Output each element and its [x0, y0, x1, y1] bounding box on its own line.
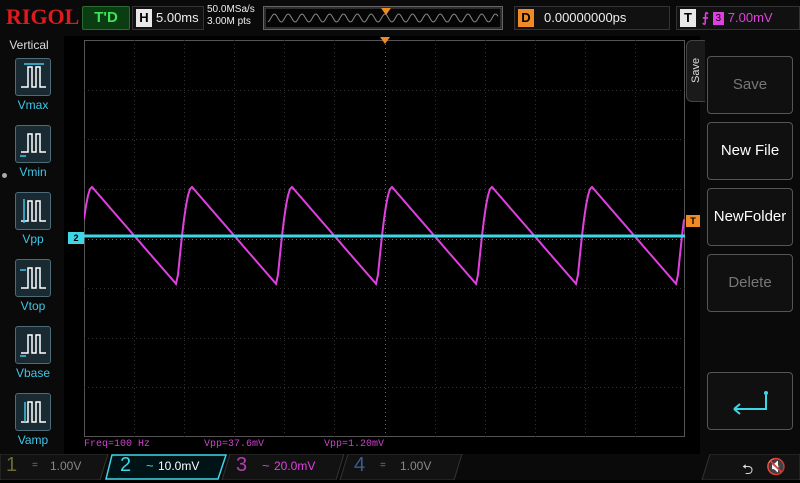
- sample-rate: 50.0MSa/s: [207, 4, 255, 15]
- vmax-icon: [15, 58, 51, 96]
- ch3-coupling: ~: [262, 458, 270, 473]
- horizontal-delay[interactable]: D 0.00000000ps: [514, 6, 670, 30]
- delay-key: D: [518, 9, 534, 27]
- measure-label: Vmax: [17, 98, 49, 112]
- memory-waveform-overview[interactable]: [263, 6, 503, 30]
- ch3-scale: 20.0mV: [274, 459, 316, 473]
- ch4-status[interactable]: 4 = 1.00V: [346, 454, 456, 478]
- usb-icon: ⮌: [742, 461, 754, 477]
- measure-label: Vmin: [19, 165, 47, 179]
- new-file-button[interactable]: New File: [707, 122, 793, 180]
- measure-vmax[interactable]: Vmax: [10, 58, 56, 112]
- save-button[interactable]: Save: [707, 56, 793, 114]
- ch2-number: 2: [120, 454, 132, 476]
- horizontal-timebase[interactable]: H 5.00ms: [132, 6, 204, 30]
- vtop-icon: [15, 259, 51, 297]
- ch3-number: 3: [236, 454, 248, 476]
- measurement-vpp-ch3: Vpp=37.6mV: [204, 439, 265, 450]
- measure-label: Vpp: [22, 232, 44, 246]
- ch4-scale: 1.00V: [400, 459, 432, 473]
- ch3-status[interactable]: 3 ~ 20.0mV: [228, 454, 338, 478]
- ch1-coupling: =: [32, 460, 38, 471]
- return-arrow-icon: [733, 391, 768, 415]
- vmin-icon: [15, 125, 51, 163]
- vamp-icon: [15, 393, 51, 431]
- measure-vpp[interactable]: Vpp: [10, 192, 56, 246]
- delete-button[interactable]: Delete: [707, 254, 793, 312]
- measure-vbase[interactable]: Vbase: [10, 326, 56, 380]
- ch1-scale: 1.00V: [50, 459, 82, 473]
- trigger-settings[interactable]: T ⨍ 3 7.00mV: [676, 6, 800, 30]
- run-status-badge[interactable]: T'D: [82, 6, 130, 30]
- measure-vtop[interactable]: Vtop: [10, 259, 56, 313]
- ch4-number: 4: [354, 454, 366, 476]
- trigger-source-badge: 3: [712, 12, 724, 26]
- trigger-level: 7.00mV: [727, 10, 773, 25]
- trigger-level-marker[interactable]: T: [686, 215, 700, 227]
- timebase-value: 5.00ms: [156, 10, 199, 25]
- delay-value: 0.00000000ps: [544, 10, 627, 25]
- new-folder-button[interactable]: NewFolder: [707, 188, 793, 246]
- waveform-display[interactable]: [83, 40, 685, 437]
- measure-menu-title: Vertical: [9, 38, 49, 52]
- ch4-coupling: =: [380, 460, 386, 471]
- measure-menu: Vertical Vmax Vmin Vpp Vtop Vbase Vamp: [0, 36, 64, 454]
- menu-page-dot: [2, 173, 7, 178]
- ch2-status[interactable]: 2 ~ 10.0mV: [110, 454, 220, 478]
- trigger-time-marker: [380, 37, 390, 44]
- ch2-offset-marker[interactable]: 2: [68, 232, 84, 244]
- brand-logo: RIGOL: [6, 4, 80, 29]
- vbase-icon: [15, 326, 51, 364]
- rising-edge-icon: ⨍: [702, 10, 709, 25]
- ch2-scale: 10.0mV: [158, 459, 200, 473]
- trigger-key: T: [680, 9, 696, 27]
- sound-muted-icon[interactable]: 🔇: [766, 457, 786, 477]
- measurement-freq: Freq=100 Hz: [84, 439, 151, 450]
- measure-vamp[interactable]: Vamp: [10, 393, 56, 447]
- return-button[interactable]: [707, 372, 793, 430]
- channel-status-bar: 1 = 1.00V 2 ~ 10.0mV 3 ~ 20.0mV 4 = 1.00…: [0, 454, 800, 480]
- measure-label: Vamp: [17, 433, 49, 447]
- measure-vmin[interactable]: Vmin: [10, 125, 56, 179]
- ch2-coupling: ~: [146, 458, 154, 473]
- ch1-number: 1: [6, 454, 18, 476]
- menu-tab-label: Save: [690, 57, 702, 83]
- sample-info: 50.0MSa/s 3.00M pts: [207, 4, 261, 28]
- menu-tab[interactable]: Save: [686, 40, 705, 102]
- memory-depth: 3.00M pts: [207, 16, 251, 27]
- measure-label: Vbase: [15, 366, 51, 380]
- timebase-key: H: [136, 9, 152, 27]
- vpp-icon: [15, 192, 51, 230]
- waveform-grid: [83, 40, 685, 437]
- measurement-vpp-ch2: Vpp=1.20mV: [324, 439, 385, 450]
- measure-label: Vtop: [20, 299, 46, 313]
- trigger-position-marker: [381, 8, 391, 15]
- ch1-status[interactable]: 1 = 1.00V: [0, 454, 100, 478]
